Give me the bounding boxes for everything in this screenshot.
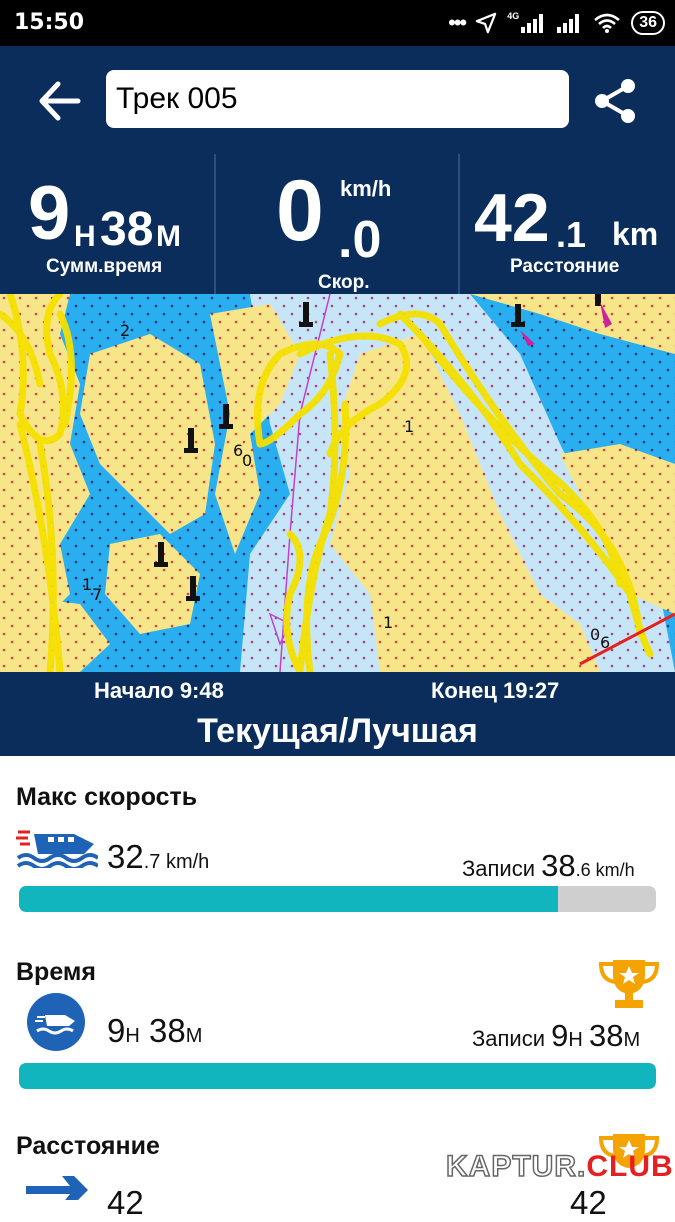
record-dec: .6 km/h <box>575 860 635 880</box>
more-dots-icon: ••• <box>448 10 467 35</box>
signal-icon-2 <box>557 14 580 33</box>
distance-value: 42 <box>107 1184 144 1221</box>
watermark-left: KAPTUR. <box>445 1149 587 1184</box>
time-h: 9 <box>107 1012 126 1049</box>
distance-record: 42 <box>570 1184 607 1221</box>
wifi-icon <box>594 13 621 33</box>
speed-stat: 0 .0 km/h Скор. <box>216 154 458 294</box>
boat-speed-icon <box>16 830 98 868</box>
depth-mark: 1 <box>383 613 393 632</box>
distance-unit: km <box>612 216 659 252</box>
record-h-unit: Н <box>568 1029 583 1051</box>
depth-mark: 7 <box>92 585 102 604</box>
network-label: 4G <box>507 11 520 21</box>
time-h-unit: Н <box>125 1025 140 1047</box>
boat-time-icon <box>27 993 85 1051</box>
speed-dec: .0 <box>338 211 382 269</box>
total-time-h-unit: Н <box>74 220 96 253</box>
watermark-right: CLUB <box>586 1150 674 1183</box>
distance-int: 42 <box>474 180 550 256</box>
signal-icon <box>521 14 544 33</box>
trophy-icon <box>598 960 660 1008</box>
status-bar: 15:50 ••• 4G 36 <box>0 0 675 46</box>
depth-mark: 0 <box>242 451 252 470</box>
max-speed-int: 32 <box>107 838 144 875</box>
total-time-m-unit: М <box>156 220 181 253</box>
total-time-stat: 9 Н 38 М Сумм.время <box>0 154 214 294</box>
time-progress-fill <box>19 1063 656 1089</box>
distance-arrow-icon <box>26 1176 88 1200</box>
depth-mark: 1 <box>82 575 92 594</box>
record-m-unit: М <box>623 1029 641 1051</box>
battery-indicator: 36 <box>631 11 665 35</box>
time-value: 9Н 38М <box>107 1012 202 1050</box>
max-speed-progress-fill <box>19 886 558 912</box>
time-record: Записи 9Н 38М <box>472 1018 640 1054</box>
max-speed-dec: .7 km/h <box>143 851 210 873</box>
time-title: Время <box>16 958 96 986</box>
total-time-minutes: 38 <box>100 203 154 256</box>
record-h: 9 <box>551 1018 569 1053</box>
back-arrow-icon[interactable] <box>34 76 84 126</box>
location-arrow-icon <box>475 12 497 34</box>
start-time: Начало 9:48 <box>94 678 224 703</box>
record-label: Записи <box>472 1026 546 1051</box>
status-icons: ••• 4G 36 <box>448 8 665 38</box>
time-m-unit: М <box>185 1025 203 1047</box>
depth-mark: 1 <box>404 417 414 436</box>
nautical-map[interactable]: 2 6 0 1 7 1 0 6 1 <box>0 294 675 672</box>
current-best-title: Текущая/Лучшая <box>197 712 478 750</box>
distance-stat: 42 .1 km Расстояние <box>460 154 675 294</box>
total-time-hours: 9 <box>28 171 71 256</box>
record-m: 38 <box>588 1018 624 1053</box>
app-header: Трек 005 <box>0 46 675 154</box>
max-speed-value: 32.7 km/h <box>107 838 209 876</box>
speed-label: Скор. <box>318 272 370 293</box>
max-speed-progress <box>19 886 656 912</box>
map-canvas: 2 6 0 1 7 1 0 6 1 <box>0 294 675 672</box>
max-speed-record: Записи 38.6 km/h <box>462 848 635 884</box>
speed-int: 0 <box>276 163 324 259</box>
speed-unit: km/h <box>340 176 392 201</box>
track-title-input[interactable]: Трек 005 <box>106 70 569 128</box>
distance-dec: .1 <box>556 214 587 255</box>
status-time: 15:50 <box>14 10 85 35</box>
time-m: 38 <box>148 1012 186 1049</box>
stats-panel: 9 Н 38 М Сумм.время 0 .0 km/h Скор. 42 .… <box>0 154 675 294</box>
depth-mark: 0 <box>590 625 600 644</box>
distance-label: Расстояние <box>510 256 620 277</box>
end-time: Конец 19:27 <box>431 678 560 703</box>
watermark-logo: KAPTUR.CLUB <box>445 1149 674 1184</box>
track-time-bar: Начало 9:48 Конец 19:27 Текущая/Лучшая <box>0 672 675 756</box>
share-icon[interactable] <box>590 76 640 126</box>
max-speed-title: Макс скорость <box>16 783 198 811</box>
depth-mark: 6 <box>600 633 610 652</box>
time-progress <box>19 1063 656 1089</box>
record-int: 38 <box>541 848 576 883</box>
total-time-label: Сумм.время <box>46 256 163 277</box>
record-label: Записи <box>462 856 536 881</box>
depth-mark: 2 <box>120 321 130 340</box>
distance-title: Расстояние <box>16 1132 160 1160</box>
